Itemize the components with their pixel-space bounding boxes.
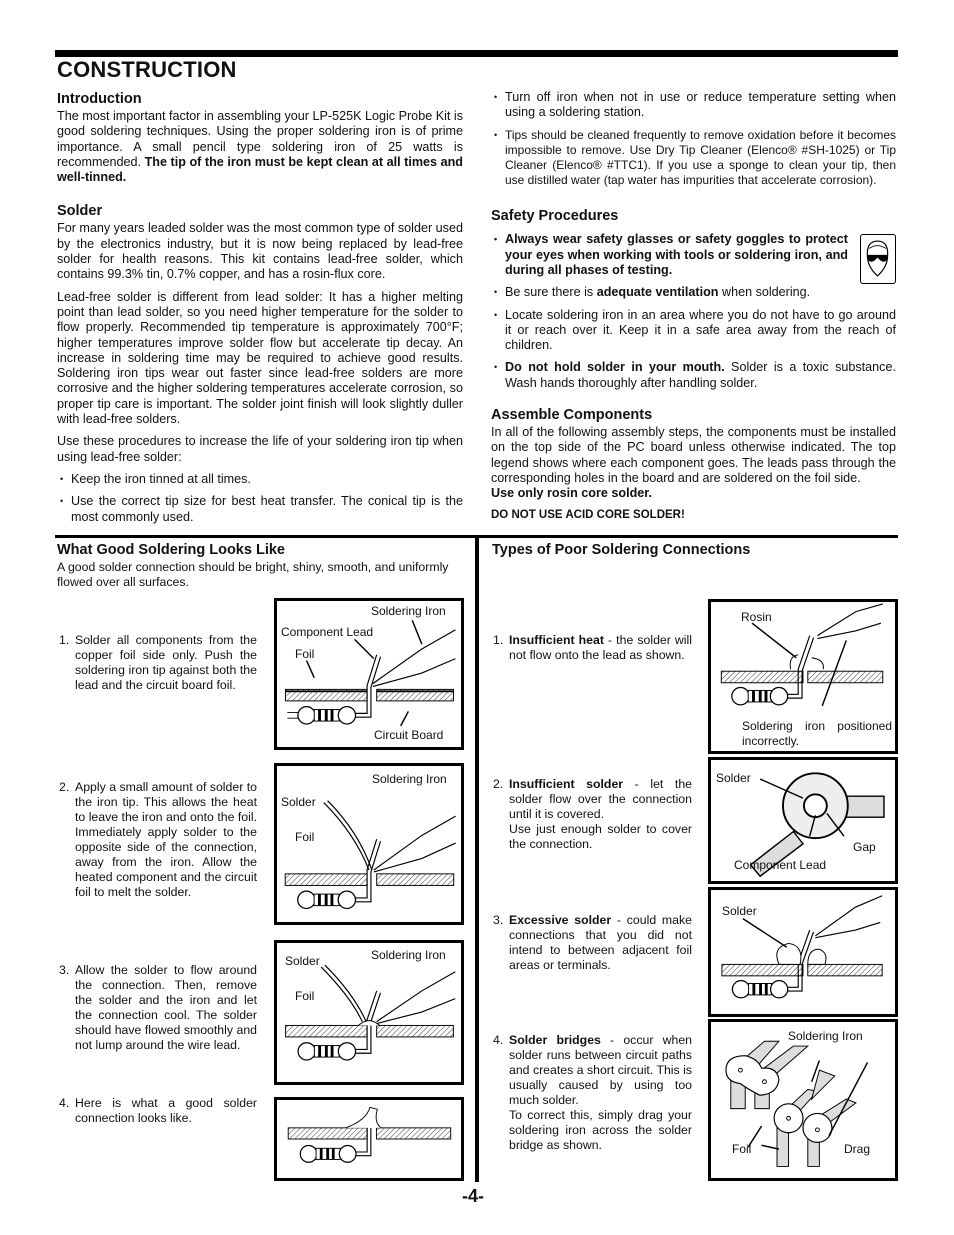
figure-label: Solder: [722, 904, 757, 918]
figure-label: Component Lead: [734, 858, 827, 872]
soldering-diagram: [284, 619, 456, 727]
figure-good-3: Solder Soldering Iron Foil: [274, 940, 464, 1085]
step-number: 3.: [493, 913, 504, 927]
safety-text: Be sure there is: [505, 285, 597, 300]
figure-label: Drag: [844, 1142, 871, 1156]
step-number: 3.: [59, 963, 70, 977]
step-text: Excessive solder - could make connection…: [509, 913, 692, 973]
step-title: Solder bridges: [509, 1033, 601, 1047]
tip-item: Turn off iron when not in use or reduce …: [491, 90, 896, 121]
step-number: 2.: [493, 777, 504, 791]
solder-paragraph-1: For many years leaded solder was the mos…: [57, 221, 463, 282]
step-title: Insufficient heat: [509, 633, 604, 647]
figure-label: Soldering Iron: [788, 1029, 863, 1043]
good-step-3: 3. Allow the solder to flow around the c…: [59, 963, 257, 1053]
figure-label: Foil: [295, 830, 315, 844]
figure-good-2: Soldering Iron Solder Foil: [274, 763, 464, 925]
safety-heading: Safety Procedures: [491, 208, 619, 225]
page-title: CONSTRUCTION: [57, 57, 237, 82]
tip-item: Tips should be cleaned frequently to rem…: [491, 128, 896, 189]
safety-glasses-icon: [860, 234, 896, 284]
safety-item: Do not hold solder in your mouth. Solder…: [491, 360, 896, 391]
step-number: 4.: [59, 1096, 70, 1110]
step-text: Apply a small amount of solder to the ir…: [75, 780, 257, 899]
assemble-text: In all of the following assembly steps, …: [491, 425, 896, 485]
step-text: Here is what a good solder connection lo…: [75, 1096, 257, 1125]
good-step-1: 1. Solder all components from the copper…: [59, 633, 257, 693]
safety-item: Be sure there is adequate ventilation wh…: [491, 285, 896, 301]
good-soldering-heading: What Good Soldering Looks Like: [57, 542, 285, 558]
left-column: Introduction The most important factor i…: [57, 90, 463, 532]
step-text: Insufficient heat - the solder will not …: [509, 633, 692, 663]
step-number: 1.: [493, 633, 504, 647]
figure-label: Soldering Iron: [371, 948, 446, 962]
step-text: Insufficient solder - let the solder flo…: [509, 777, 692, 852]
tip-list-continued: Turn off iron when not in use or reduce …: [491, 90, 896, 188]
safety-item: Locate soldering iron in an area where y…: [491, 308, 896, 354]
step-number: 1.: [59, 633, 70, 647]
safety-item: Always wear safety glasses or safety gog…: [491, 232, 848, 278]
figure-label: Gap: [853, 840, 876, 854]
step-number: 2.: [59, 780, 70, 794]
figure-label: Solder: [281, 795, 316, 809]
figure-label: Circuit Board: [374, 728, 444, 742]
step-title: Insufficient solder: [509, 777, 624, 791]
figure-label: Soldering Iron: [371, 604, 446, 618]
figure-label: Rosin: [741, 610, 772, 624]
poor-step-4: 4. Solder bridges - occur when solder ru…: [493, 1033, 692, 1153]
poor-step-2: 2. Insufficient solder - let the solder …: [493, 777, 692, 852]
figure-label: Soldering Iron: [372, 772, 447, 786]
top-rule: [55, 50, 898, 57]
figure-label: Solder: [285, 954, 320, 968]
poor-soldering-heading: Types of Poor Soldering Connections: [492, 542, 751, 558]
column-divider: [475, 537, 479, 1182]
safety-bold: adequate ventilation: [596, 285, 719, 300]
figure-label: Soldering iron positioned incorrectly.: [742, 719, 892, 748]
figure-poor-3: Solder: [708, 887, 898, 1017]
assemble-rosin-note: Use only rosin core solder.: [491, 486, 652, 501]
solder-paragraph-2: Lead-free solder is different from lead …: [57, 289, 463, 427]
tip-item: Use the correct tip size for best heat t…: [57, 494, 463, 525]
poor-step-1: 1. Insufficient heat - the solder will n…: [493, 633, 692, 663]
figure-good-1: Soldering Iron Component Lead Foil Circu…: [274, 598, 464, 750]
figure-label: Foil: [295, 989, 315, 1003]
safety-text: when soldering.: [718, 285, 811, 300]
step-text: Solder all components from the copper fo…: [75, 633, 257, 692]
assemble-heading: Assemble Components: [491, 407, 653, 424]
step-body: To correct this, simply drag your solder…: [509, 1108, 692, 1152]
soldering-diagram: [287, 1106, 452, 1163]
step-body: Use just enough solder to cover the conn…: [509, 822, 692, 851]
figure-label: Foil: [732, 1142, 752, 1156]
introduction-text: The most important factor in assembling …: [57, 109, 463, 185]
step-text: Allow the solder to flow around the conn…: [75, 963, 257, 1052]
tip-item: Keep the iron tinned at all times.: [57, 472, 463, 488]
tip-list: Keep the iron tinned at all times. Use t…: [57, 472, 463, 525]
figure-label: Component Lead: [281, 625, 374, 639]
right-column: Turn off iron when not in use or reduce …: [491, 90, 896, 530]
figure-poor-1: Rosin Soldering iron positioned incorrec…: [708, 599, 898, 754]
figure-poor-2: Solder Gap Component Lead: [708, 757, 898, 884]
figure-good-4: [274, 1097, 464, 1181]
figure-poor-4: Soldering Iron Foil Drag: [708, 1019, 898, 1181]
assemble-acid-warning: DO NOT USE ACID CORE SOLDER!: [491, 508, 685, 521]
safety-list: Always wear safety glasses or safety gog…: [491, 232, 896, 391]
figure-label: Solder: [716, 771, 751, 785]
figure-label: Foil: [295, 647, 315, 661]
introduction-heading: Introduction: [57, 91, 142, 107]
good-soldering-intro: A good solder connection should be brigh…: [57, 560, 449, 589]
page-number: -4-: [462, 1186, 484, 1206]
good-step-4: 4. Here is what a good solder connection…: [59, 1096, 257, 1126]
step-title: Excessive solder: [509, 913, 612, 927]
solder-paragraph-3: Use these procedures to increase the lif…: [57, 434, 463, 464]
safety-bold: Do not hold solder in your mouth.: [505, 360, 725, 375]
step-number: 4.: [493, 1033, 504, 1047]
poor-step-3: 3. Excessive solder - could make connect…: [493, 913, 692, 973]
good-step-2: 2. Apply a small amount of solder to the…: [59, 780, 257, 900]
solder-heading: Solder: [57, 203, 103, 220]
soldering-diagram: [284, 800, 456, 910]
step-text: Solder bridges - occur when solder runs …: [509, 1033, 692, 1153]
